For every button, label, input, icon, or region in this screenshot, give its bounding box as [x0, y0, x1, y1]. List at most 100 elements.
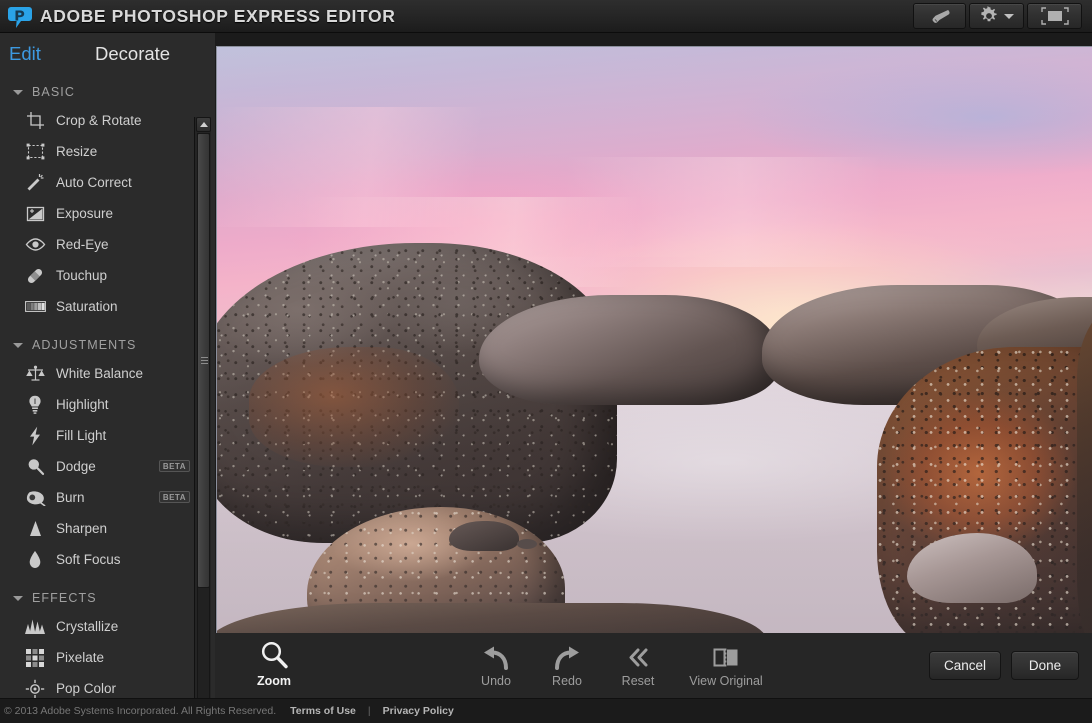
sidebar-item-fill-light[interactable]: Fill Light	[0, 420, 215, 451]
done-button[interactable]: Done	[1011, 651, 1079, 680]
chevron-down-icon	[1004, 14, 1014, 19]
chevron-down-icon	[13, 90, 23, 95]
group-header-basic[interactable]: BASIC	[0, 78, 215, 105]
sidebar-item-exposure[interactable]: Exposure	[0, 198, 215, 229]
chevron-down-icon	[13, 596, 23, 601]
scrollbar-thumb[interactable]	[197, 133, 210, 588]
sidebar-item-label: Dodge	[56, 459, 96, 474]
sidebar-item-dodge[interactable]: Dodge BETA	[0, 451, 215, 482]
sidebar-item-label: Burn	[56, 490, 85, 505]
crop-icon	[24, 111, 46, 131]
group-title: ADJUSTMENTS	[32, 338, 136, 352]
footer-separator: |	[368, 705, 371, 717]
sidebar-item-white-balance[interactable]: White Balance	[0, 358, 215, 389]
sidebar-item-red-eye[interactable]: Red-Eye	[0, 229, 215, 260]
balance-scale-icon	[24, 364, 46, 384]
view-original-button[interactable]: View Original	[656, 640, 796, 688]
footer-bar: © 2013 Adobe Systems Incorporated. All R…	[0, 698, 1092, 723]
triangle-sharpen-icon	[24, 519, 46, 539]
chevron-down-icon	[13, 343, 23, 348]
sidebar-item-label: Sharpen	[56, 521, 107, 536]
sidebar-item-label: White Balance	[56, 366, 143, 381]
sidebar-item-soft-focus[interactable]: Soft Focus	[0, 544, 215, 575]
mode-tab-bar: Edit Decorate	[0, 33, 215, 78]
sidebar-item-label: Red-Eye	[56, 237, 109, 252]
left-tool-panel: Edit Decorate BASIC Crop & Rotate	[0, 33, 215, 698]
photoshop-express-logo-icon	[7, 4, 33, 30]
sidebar-item-saturation[interactable]: Saturation	[0, 291, 215, 322]
sidebar-item-crystallize[interactable]: Crystallize	[0, 611, 215, 642]
magnifier-zoom-icon	[259, 640, 289, 670]
sidebar-item-label: Soft Focus	[56, 552, 121, 567]
sidebar-item-label: Crop & Rotate	[56, 113, 142, 128]
redo-label: Redo	[552, 674, 582, 688]
sidebar-item-label: Highlight	[56, 397, 109, 412]
sidebar-item-highlight[interactable]: Highlight	[0, 389, 215, 420]
exposure-icon	[24, 204, 46, 224]
sidebar-item-label: Pixelate	[56, 650, 104, 665]
title-bar: ADOBE PHOTOSHOP EXPRESS EDITOR	[0, 0, 1092, 33]
zoom-tool-label: Zoom	[257, 674, 291, 688]
sidebar-item-sharpen[interactable]: Sharpen	[0, 513, 215, 544]
group-title: BASIC	[32, 85, 75, 99]
undo-label: Undo	[481, 674, 511, 688]
lightbulb-icon	[24, 395, 46, 415]
view-original-label: View Original	[689, 674, 762, 688]
sidebar-item-label: Saturation	[56, 299, 118, 314]
sidebar-item-label: Auto Correct	[56, 175, 132, 190]
pixelate-grid-icon	[24, 648, 46, 668]
sidebar-item-label: Exposure	[56, 206, 113, 221]
feedback-button[interactable]	[913, 3, 966, 29]
tab-decorate[interactable]: Decorate	[95, 43, 170, 65]
sidebar-item-label: Resize	[56, 144, 97, 159]
sidebar-item-resize[interactable]: Resize	[0, 136, 215, 167]
sidebar-item-auto-correct[interactable]: Auto Correct	[0, 167, 215, 198]
sidebar-item-pop-color[interactable]: Pop Color	[0, 673, 215, 698]
group-header-effects[interactable]: EFFECTS	[0, 584, 215, 611]
status-badge: BETA	[159, 491, 190, 503]
megaphone-icon	[928, 8, 952, 25]
zoom-tool-button[interactable]: Zoom	[229, 640, 319, 688]
privacy-policy-link[interactable]: Privacy Policy	[383, 705, 454, 717]
tool-list: BASIC Crop & Rotate	[0, 78, 215, 698]
undo-arrow-icon	[480, 640, 512, 670]
terms-of-use-link[interactable]: Terms of Use	[290, 705, 356, 717]
fullscreen-icon	[1039, 6, 1071, 26]
scrollbar-grip-icon	[201, 357, 208, 365]
sidebar-item-touchup[interactable]: Touchup	[0, 260, 215, 291]
settings-button[interactable]	[969, 3, 1024, 29]
sidebar-item-crop-rotate[interactable]: Crop & Rotate	[0, 105, 215, 136]
redo-arrow-icon	[551, 640, 583, 670]
crystal-icon	[24, 617, 46, 637]
burn-hand-icon	[24, 488, 46, 508]
bandage-icon	[24, 266, 46, 286]
reset-double-chevron-icon	[625, 640, 651, 670]
scroll-up-arrow-icon[interactable]	[196, 117, 211, 132]
sidebar-item-label: Touchup	[56, 268, 107, 283]
sidebar-item-label: Fill Light	[56, 428, 106, 443]
cancel-button[interactable]: Cancel	[929, 651, 1001, 680]
sidebar-item-burn[interactable]: Burn BETA	[0, 482, 215, 513]
gear-icon	[979, 6, 999, 26]
photo-haze-overlay	[217, 47, 1092, 634]
droplet-icon	[24, 550, 46, 570]
split-view-icon	[712, 640, 740, 670]
group-header-adjustments[interactable]: ADJUSTMENTS	[0, 331, 215, 358]
reset-label: Reset	[622, 674, 655, 688]
copyright-text: © 2013 Adobe Systems Incorporated. All R…	[4, 705, 276, 717]
page-title: ADOBE PHOTOSHOP EXPRESS EDITOR	[40, 6, 395, 27]
eye-icon	[24, 235, 46, 255]
sidebar-item-label: Pop Color	[56, 681, 116, 696]
fullscreen-button[interactable]	[1027, 3, 1082, 29]
status-badge: BETA	[159, 460, 190, 472]
tab-edit[interactable]: Edit	[9, 43, 41, 65]
canvas-area	[215, 33, 1092, 698]
sidebar-scrollbar[interactable]	[194, 117, 211, 723]
saturation-slider-icon	[24, 297, 46, 317]
photoshop-express-editor-window: ADOBE PHOTOSHOP EXPRESS EDITOR	[0, 0, 1092, 723]
magnifier-dodge-icon	[24, 457, 46, 477]
group-title: EFFECTS	[32, 591, 97, 605]
edited-photo[interactable]	[216, 46, 1092, 634]
sidebar-item-pixelate[interactable]: Pixelate	[0, 642, 215, 673]
bottom-toolbar: Zoom Undo Redo	[215, 633, 1092, 698]
